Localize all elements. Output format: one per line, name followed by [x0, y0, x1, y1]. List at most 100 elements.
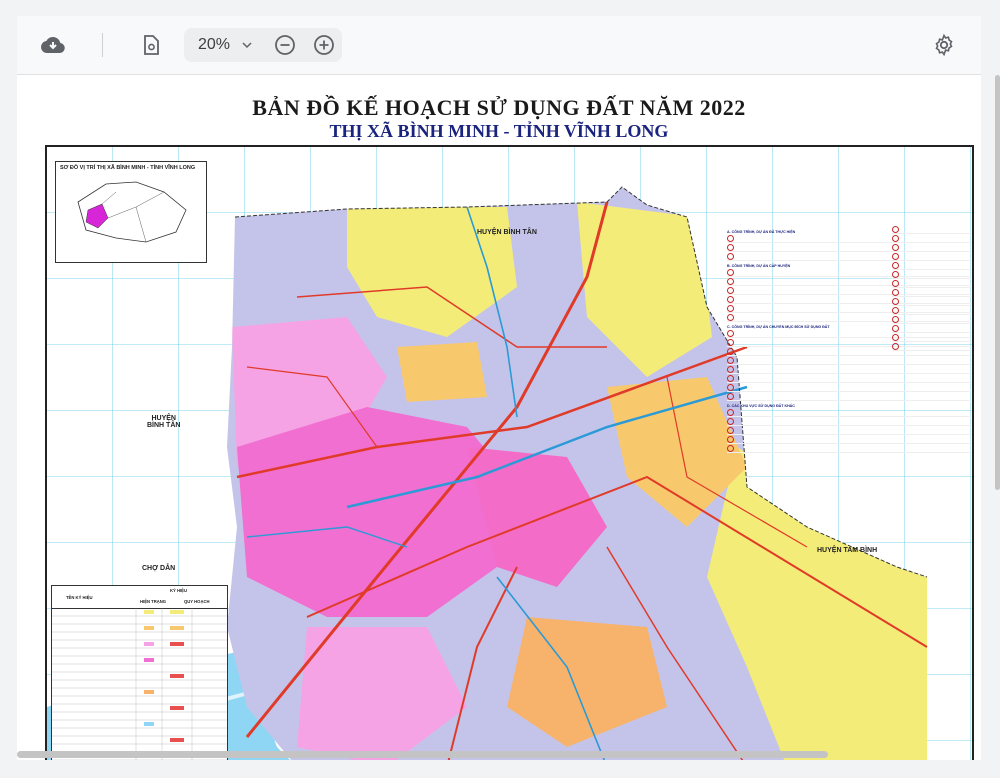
note-row	[892, 279, 972, 288]
label-southwest-place: CHỢ DẪN	[142, 565, 176, 572]
note-row	[727, 356, 972, 365]
note-row	[727, 392, 972, 401]
legend-header: TÊN KÝ HIỆU KÝ HIỆU HIỆN TRẠNG QUY HOẠCH	[52, 586, 227, 609]
horizontal-scrollbar[interactable]	[17, 751, 828, 758]
note-row	[892, 342, 972, 351]
note-marker	[892, 342, 899, 350]
swatch-4	[170, 626, 184, 630]
note-marker	[727, 286, 734, 294]
swatch-6	[170, 642, 184, 646]
note-marker	[892, 324, 899, 332]
note-marker	[727, 444, 734, 452]
note-marker	[892, 333, 899, 341]
note-marker	[727, 392, 734, 400]
zoom-value[interactable]: 20%	[198, 36, 230, 54]
note-row	[892, 315, 972, 324]
note-row	[892, 288, 972, 297]
note-marker	[892, 261, 899, 269]
note-row	[727, 383, 972, 392]
note-marker	[727, 338, 734, 346]
map-frame: HUYỆN BÌNH TÂN HUYỆN BÌNH TÂN HUYỆN TAM …	[45, 145, 974, 760]
document-properties-button[interactable]	[134, 28, 168, 62]
note-row	[727, 408, 972, 417]
note-marker	[892, 315, 899, 323]
legend-table: TÊN KÝ HIỆU KÝ HIỆU HIỆN TRẠNG QUY HOẠCH	[51, 585, 228, 760]
project-notes-list-right	[892, 225, 972, 351]
legend-col-name: TÊN KÝ HIỆU	[66, 595, 93, 600]
note-marker	[727, 304, 734, 312]
note-marker	[727, 252, 734, 260]
zoom-out-icon[interactable]	[273, 33, 297, 57]
cloud-download-icon	[41, 37, 65, 53]
swatch-2	[170, 610, 184, 614]
note-marker	[727, 365, 734, 373]
note-marker	[727, 329, 734, 337]
swatch-9	[144, 690, 154, 694]
zoom-in-icon[interactable]	[312, 33, 336, 57]
note-row	[892, 333, 972, 342]
note-marker	[892, 288, 899, 296]
note-marker	[727, 295, 734, 303]
legend-col-current: HIỆN TRẠNG	[140, 599, 167, 604]
note-row	[727, 417, 972, 426]
download-button[interactable]	[36, 28, 70, 62]
pdf-page-viewer[interactable]: BẢN ĐỒ KẾ HOẠCH SỬ DỤNG ĐẤT NĂM 2022 THỊ…	[17, 75, 981, 760]
note-marker	[727, 417, 734, 425]
note-row	[892, 243, 972, 252]
swatch-11	[144, 722, 154, 726]
note-marker	[727, 234, 734, 242]
label-east-district: HUYỆN TAM BÌNH	[817, 547, 878, 554]
swatch-12	[170, 738, 184, 742]
zoom-control: 20%	[184, 28, 342, 62]
map-subtitle: THỊ XÃ BÌNH MINH - TỈNH VĨNH LONG	[329, 121, 669, 141]
note-marker	[727, 268, 734, 276]
note-marker	[727, 383, 734, 391]
legend-color-swatches	[144, 610, 184, 758]
document-settings-icon	[144, 35, 159, 55]
note-marker	[892, 234, 899, 242]
swatch-1	[144, 610, 154, 614]
note-marker	[892, 297, 899, 305]
binh-minh-highlight	[85, 203, 109, 229]
note-row	[727, 426, 972, 435]
settings-button[interactable]	[927, 28, 961, 62]
location-inset-map: SƠ ĐỒ VỊ TRÍ THỊ XÃ BÌNH MINH - TỈNH VĨN…	[55, 161, 207, 263]
label-west-district-line1: HUYỆN	[151, 415, 176, 422]
note-marker	[727, 356, 734, 364]
note-marker	[727, 435, 734, 443]
note-marker	[892, 270, 899, 278]
note-marker	[727, 277, 734, 285]
vertical-scrollbar[interactable]	[995, 75, 1000, 490]
note-marker	[727, 408, 734, 416]
swatch-5	[144, 642, 154, 646]
note-marker	[892, 243, 899, 251]
chevron-down-icon[interactable]	[240, 38, 254, 52]
note-marker	[727, 426, 734, 434]
note-row	[892, 306, 972, 315]
note-row	[892, 270, 972, 279]
legend-col-symbol: KÝ HIỆU	[170, 588, 187, 593]
label-north-district: HUYỆN BÌNH TÂN	[477, 229, 537, 236]
map-title: BẢN ĐỒ KẾ HOẠCH SỬ DỤNG ĐẤT NĂM 2022	[252, 95, 746, 120]
legend-grid-lines	[52, 608, 227, 760]
swatch-8	[170, 674, 184, 678]
gear-icon	[935, 33, 953, 57]
legend-col-plan: QUY HOẠCH	[184, 599, 210, 604]
note-row	[892, 297, 972, 306]
note-marker	[727, 347, 734, 355]
note-row	[892, 261, 972, 270]
note-marker	[892, 279, 899, 287]
note-row	[892, 225, 972, 234]
label-west-district-line2: BÌNH TÂN	[147, 422, 181, 429]
legend-rows	[52, 608, 227, 760]
label-west-district: HUYỆN BÌNH TÂN	[147, 415, 180, 429]
note-row	[892, 324, 972, 333]
note-marker	[892, 252, 899, 260]
note-row	[727, 365, 972, 374]
note-row	[892, 252, 972, 261]
note-row	[727, 435, 972, 444]
swatch-3	[144, 626, 154, 630]
swatch-7	[144, 658, 154, 662]
note-marker	[727, 313, 734, 321]
swatch-10	[170, 706, 184, 710]
